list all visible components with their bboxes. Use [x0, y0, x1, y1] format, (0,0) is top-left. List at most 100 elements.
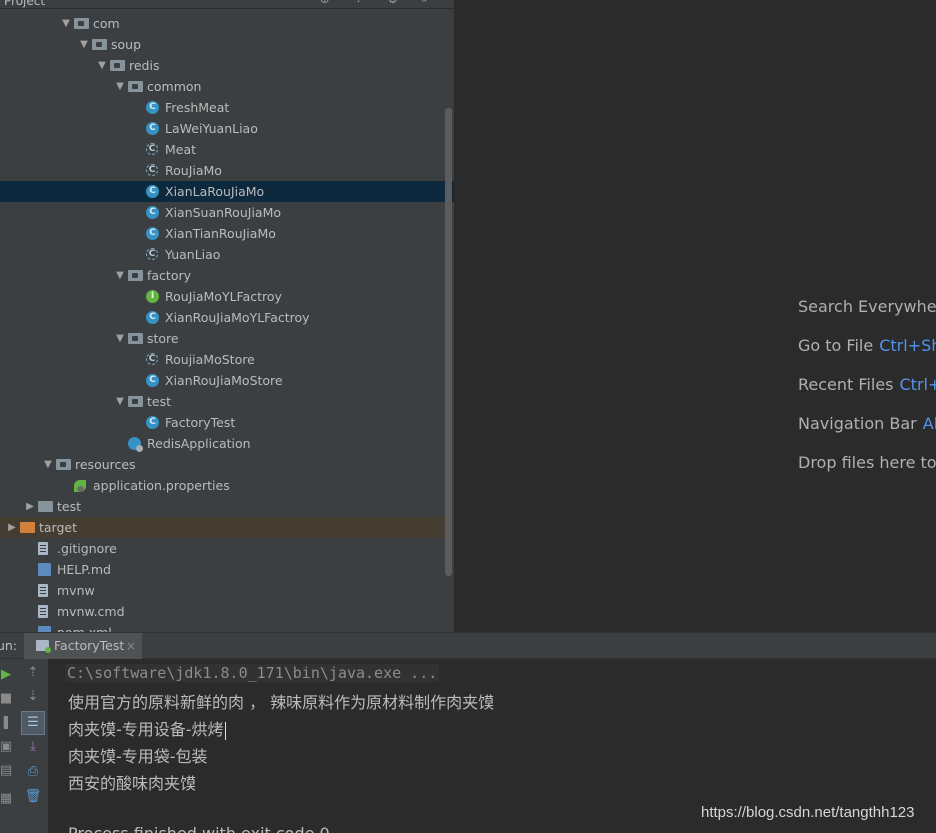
soft-wrap-icon[interactable]: ☰	[21, 711, 45, 735]
tree-item-label: XianTianRouJiaMo	[165, 226, 276, 241]
hint-recent-files: Recent Files Ctrl+	[798, 375, 936, 394]
editor-area: Search Everywhere Go to File Ctrl+Sh Rece…	[454, 0, 936, 632]
tree-item-label: store	[147, 331, 179, 346]
tree-item[interactable]: C FactoryTest	[0, 412, 454, 433]
chevron-down-icon[interactable]: ▼	[42, 454, 54, 475]
tree-item[interactable]: ▶ target	[0, 517, 454, 538]
chevron-right-icon[interactable]: ▶	[24, 496, 36, 517]
chevron-down-icon[interactable]: ▼	[114, 76, 126, 97]
tree-item[interactable]: .gitignore	[0, 538, 454, 559]
project-title[interactable]: Project	[4, 0, 45, 8]
close-icon[interactable]: ×	[126, 633, 136, 659]
dump-threads-icon[interactable]: ▣	[0, 737, 16, 757]
tree-item-label: mvnw.cmd	[57, 604, 125, 619]
watermark: https://blog.csdn.net/tangthh123	[701, 804, 915, 821]
tree-item[interactable]: C XianTianRouJiaMo	[0, 223, 454, 244]
tree-scrollbar[interactable]	[445, 108, 452, 576]
tree-item[interactable]: ▼ com	[0, 13, 454, 34]
rerun-icon[interactable]: ▶	[0, 665, 16, 685]
tree-item[interactable]: mvnw	[0, 580, 454, 601]
tree-item[interactable]: I RouJiaMoYLFactroy	[0, 286, 454, 307]
hint-shortcut: Ctrl+	[899, 375, 936, 394]
package-folder-icon	[128, 270, 143, 281]
tree-item[interactable]: C Meat	[0, 139, 454, 160]
tree-item[interactable]: ▼ redis	[0, 55, 454, 76]
console-line: 西安的酸味肉夹馍	[68, 774, 197, 793]
tree-item[interactable]: C RoujiaMoStore	[0, 349, 454, 370]
console-line: Process finished with exit code 0	[68, 824, 330, 833]
stop-icon[interactable]: ■	[0, 689, 16, 709]
package-folder-icon	[128, 81, 143, 92]
package-folder-icon	[92, 39, 107, 50]
text-file-icon	[38, 605, 48, 618]
excluded-folder-icon	[20, 522, 35, 533]
run-label: un:	[0, 638, 18, 653]
chevron-down-icon[interactable]: ▼	[60, 13, 72, 34]
tree-item-label: RouJiaMo	[165, 163, 222, 178]
tree-item-label: factory	[147, 268, 192, 283]
tree-item[interactable]: ▼ resources	[0, 454, 454, 475]
resources-folder-icon	[56, 459, 71, 470]
tree-item[interactable]: C LaWeiYuanLiao	[0, 118, 454, 139]
class-icon: C	[146, 122, 159, 135]
chevron-down-icon[interactable]: ▼	[96, 55, 108, 76]
tree-item[interactable]: mvnw.cmd	[0, 601, 454, 622]
run-config-icon	[36, 640, 51, 653]
tree-item-label: application.properties	[93, 478, 230, 493]
tab-factory-test[interactable]: FactoryTest ×	[24, 633, 142, 659]
hint-shortcut: Ctrl+Sh	[879, 336, 936, 355]
hint-navigation-bar: Navigation Bar Al	[798, 414, 936, 433]
console-line: 使用官方的原料新鲜的肉 ， 辣味原料作为原材料制作肉夹馍	[68, 693, 495, 712]
project-header: Project ⊕ ÷ ⚙ ⇤	[0, 0, 454, 9]
project-tool-window: Project ⊕ ÷ ⚙ ⇤ ▼com▼soup▼redis▼commonCF…	[0, 0, 454, 632]
tree-item[interactable]: RedisApplication	[0, 433, 454, 454]
hint-shortcut: Al	[922, 414, 936, 433]
hint-text: Go to File	[798, 336, 874, 355]
project-header-icons[interactable]: ⊕ ÷ ⚙ ⇤	[320, 0, 442, 6]
tree-item-label: RoujiaMoStore	[165, 352, 255, 367]
tree-item[interactable]: ▶ test	[0, 496, 454, 517]
tree-item-label: XianRouJiaMoStore	[165, 373, 283, 388]
text-file-icon	[38, 584, 48, 597]
tree-item-label: Meat	[165, 142, 197, 157]
class-icon: C	[146, 227, 159, 240]
layout-icon[interactable]: ▦	[0, 789, 16, 809]
tree-item[interactable]: application.properties	[0, 475, 454, 496]
tree-item[interactable]: C XianRouJiaMoYLFactroy	[0, 307, 454, 328]
chevron-down-icon[interactable]: ▼	[114, 328, 126, 349]
scroll-down-icon[interactable]: ⇣	[23, 687, 43, 707]
tree-item[interactable]: C RouJiaMo	[0, 160, 454, 181]
tree-item-label: XianSuanRouJiaMo	[165, 205, 282, 220]
scroll-up-icon[interactable]: ⇡	[23, 663, 43, 683]
chevron-down-icon[interactable]: ▼	[78, 34, 90, 55]
tree-item[interactable]: C XianSuanRouJiaMo	[0, 202, 454, 223]
tab-label: FactoryTest	[54, 638, 125, 653]
hint-text: Recent Files	[798, 375, 894, 394]
chevron-down-icon[interactable]: ▼	[114, 391, 126, 412]
settings-icon[interactable]: ▤	[0, 761, 16, 781]
chevron-down-icon[interactable]: ▼	[114, 265, 126, 286]
abstract-class-icon: C	[146, 248, 158, 260]
tree-item[interactable]: ▼ store	[0, 328, 454, 349]
abstract-class-icon: C	[146, 143, 158, 155]
print-icon[interactable]: ⎙	[23, 762, 43, 782]
chevron-right-icon[interactable]: ▶	[6, 517, 18, 538]
tree-item[interactable]: ▼ factory	[0, 265, 454, 286]
hint-text: Search Everywhere	[798, 297, 936, 316]
tree-item-label: XianLaRouJiaMo	[165, 184, 265, 199]
clear-all-icon[interactable]: 🗑	[23, 787, 43, 807]
tree-item-label: redis	[129, 58, 160, 73]
tree-item-label: resources	[75, 457, 136, 472]
scroll-to-end-icon[interactable]: ⤓	[23, 737, 43, 757]
pause-icon[interactable]: ❚	[0, 713, 16, 733]
tree-item[interactable]: pom.xml	[0, 622, 454, 632]
tree-item[interactable]: ▼ common	[0, 76, 454, 97]
tree-item[interactable]: ▼ test	[0, 391, 454, 412]
tree-item[interactable]: C XianRouJiaMoStore	[0, 370, 454, 391]
tree-item[interactable]: C XianLaRouJiaMo	[0, 181, 454, 202]
tree-item-label: RedisApplication	[147, 436, 251, 451]
tree-item[interactable]: HELP.md	[0, 559, 454, 580]
tree-item[interactable]: ▼ soup	[0, 34, 454, 55]
tree-item[interactable]: C FreshMeat	[0, 97, 454, 118]
tree-item[interactable]: C YuanLiao	[0, 244, 454, 265]
